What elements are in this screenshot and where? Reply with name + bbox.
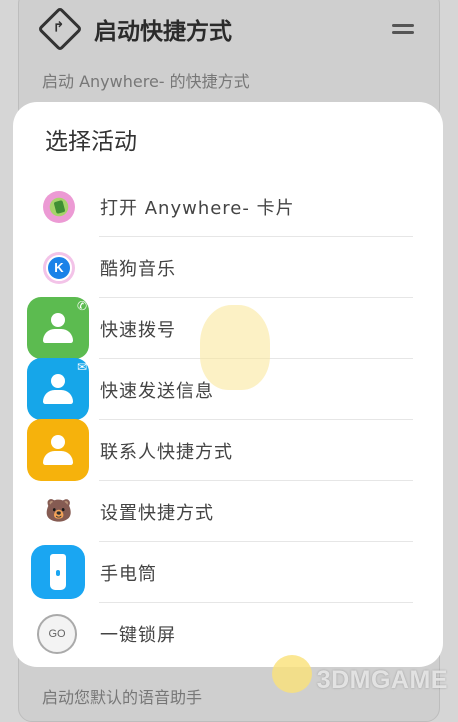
drag-handle-icon — [392, 24, 414, 38]
dialog-title: 选择活动 — [45, 129, 137, 155]
list-item-contact-shortcut[interactable]: 联系人快捷方式 — [13, 419, 443, 481]
contact-message-icon: ✉ — [27, 358, 89, 420]
background-title: 启动快捷方式 — [94, 19, 232, 45]
list-item-label: 设置快捷方式 — [100, 502, 214, 524]
list-item-kugou[interactable]: K 酷狗音乐 — [13, 237, 443, 298]
background-subtitle: 启动 Anywhere- 的快捷方式 — [42, 72, 250, 91]
kugou-icon: K — [43, 251, 75, 284]
contact-icon — [27, 419, 89, 481]
shortcut-diamond-icon: ↱ — [37, 6, 83, 52]
list-item-label: 快速拨号 — [100, 319, 176, 341]
contact-dial-icon: ✆ — [27, 297, 89, 359]
list-item-anywhere[interactable]: 打开 Anywhere- 卡片 — [13, 176, 443, 237]
list-item-label: 快速发送信息 — [100, 380, 214, 402]
background-bottom-text: 启动您默认的语音助手 — [42, 688, 203, 707]
mascot-chick-image — [200, 305, 270, 390]
list-item-settings-shortcut[interactable]: 🐻 设置快捷方式 — [13, 481, 443, 542]
anywhere-icon — [43, 190, 75, 223]
activity-list: 打开 Anywhere- 卡片 K 酷狗音乐 ✆ 快速拨号 ✉ 快速发送信息 联… — [13, 176, 443, 664]
background-header: ↱ 启动快捷方式 — [37, 6, 232, 52]
watermark-chick-image — [272, 655, 312, 693]
lock-screen-icon: GO — [37, 613, 77, 654]
list-item-label: 酷狗音乐 — [100, 258, 176, 280]
bear-icon: 🐻 — [45, 499, 73, 524]
lock-screen-letters: GO — [48, 627, 66, 640]
list-item-lock-screen[interactable]: GO 一键锁屏 — [13, 603, 443, 664]
list-item-label: 一键锁屏 — [100, 624, 176, 646]
kugou-letter: K — [46, 254, 72, 281]
list-item-label: 联系人快捷方式 — [100, 441, 233, 463]
list-item-label: 打开 Anywhere- 卡片 — [100, 197, 295, 219]
flashlight-icon — [31, 545, 85, 599]
watermark-text: 3DMGAME — [316, 666, 448, 694]
list-item-label: 手电筒 — [100, 563, 157, 585]
list-item-flashlight[interactable]: 手电筒 — [13, 542, 443, 603]
